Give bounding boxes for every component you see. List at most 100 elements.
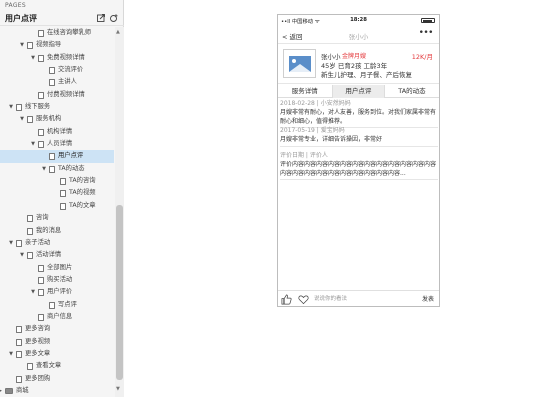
tree-item[interactable]: 查看文章 <box>0 360 114 372</box>
review-meta: 2018-02-28 | 小安然妈妈 <box>280 100 351 107</box>
tree-item[interactable]: TA的咨询 <box>0 175 114 187</box>
collapse-arrow-icon[interactable]: ▼ <box>8 237 14 249</box>
tree-item[interactable]: 商户信息 <box>0 311 114 323</box>
tree-item[interactable]: ▼ 更多文章 <box>0 348 114 360</box>
battery-icon <box>421 18 435 23</box>
scroll-up-arrow-icon[interactable]: ▲ <box>116 29 120 35</box>
tree-item[interactable]: 更多咨询 <box>0 323 114 335</box>
tree-item-label: 亲子活动 <box>25 238 51 246</box>
review-item: 2017-05-19 | 爱宝妈妈 月嫂非常专业，详细告诉操因，非常好 <box>280 127 438 147</box>
page-icon <box>49 165 55 173</box>
tree-item[interactable]: 更多团购 <box>0 373 114 385</box>
tree-item[interactable]: ▼ 免费视频详情 <box>0 52 114 64</box>
scrollbar-thumb[interactable] <box>116 205 123 380</box>
favorite-icon[interactable] <box>298 294 309 305</box>
tree-item-label: 活动详情 <box>36 251 62 259</box>
page-icon <box>16 326 22 334</box>
page-icon <box>38 289 44 297</box>
tab-service-details[interactable]: 服务详情 <box>278 85 332 98</box>
review-item: 评价日期 | 评价人 评价内容内容内容内容内容内容内容内容内容内容内容内容内容内… <box>280 152 438 181</box>
tree-item[interactable]: ▼ 活动详情 <box>0 249 114 261</box>
tree-item[interactable]: 写点评 <box>0 299 114 311</box>
pages-section-label: PAGES <box>5 2 26 9</box>
expand-arrow-icon[interactable]: ▶ <box>0 385 3 397</box>
tree-item[interactable]: 交流评价 <box>0 64 114 76</box>
tree-item-label: 付费视频详情 <box>47 90 85 98</box>
page-icon <box>27 42 33 50</box>
collapse-arrow-icon[interactable]: ▼ <box>8 101 14 113</box>
tree-item[interactable]: TA的文章 <box>0 200 114 212</box>
collapse-arrow-icon[interactable]: ▼ <box>8 348 14 360</box>
tree-item-label: 我的消息 <box>36 226 62 234</box>
header-divider <box>0 25 124 26</box>
tab-user-reviews[interactable]: 用户点评 <box>331 85 386 98</box>
tab-activity[interactable]: TA的动态 <box>385 85 439 98</box>
tree-item-label: 机构详情 <box>47 127 73 135</box>
tree-item[interactable]: 在线咨询攀乳师 <box>0 27 114 39</box>
tree-item-label: 更多文章 <box>25 349 51 357</box>
tree-item[interactable]: 全部图片 <box>0 262 114 274</box>
collapse-arrow-icon[interactable]: ▼ <box>41 163 47 175</box>
tree-item-label: 线下服务 <box>25 103 51 111</box>
tree-item[interactable]: 购买活动 <box>0 274 114 286</box>
tree-item[interactable]: 更多视频 <box>0 336 114 348</box>
status-time: 18:28 <box>350 17 367 23</box>
page-icon <box>16 375 22 383</box>
collapse-arrow-icon[interactable]: ▼ <box>30 138 36 150</box>
tree-item[interactable]: 我的消息 <box>0 225 114 237</box>
tree-item[interactable]: ▼ 人员详情 <box>0 138 114 150</box>
tree-item-label: 在线咨询攀乳师 <box>47 29 92 36</box>
tree-item[interactable]: 用户点评 <box>0 150 114 163</box>
tree-item[interactable]: ▼ 视频指导 <box>0 39 114 51</box>
nav-bar: < 返回 张小小 ••• <box>278 26 439 44</box>
tree-item-label: 更多团购 <box>25 374 51 382</box>
tree-item[interactable]: 付费视频详情 <box>0 89 114 101</box>
avatar <box>283 49 316 78</box>
review-divider <box>280 145 438 147</box>
tree-item[interactable]: ▼ 用户评价 <box>0 286 114 298</box>
review-body: 评价内容内容内容内容内容内容内容内容内容内容内容内容内容内容内容内容内容内容内容… <box>280 160 437 177</box>
like-icon[interactable] <box>281 294 292 305</box>
page-icon <box>60 190 66 198</box>
tree-item[interactable]: ▼ 线下服务 <box>0 101 114 113</box>
comment-bar: 说说你的看法 发表 <box>278 290 439 306</box>
review-meta: 评价日期 | 评价人 <box>280 152 328 159</box>
profile-badge: 金牌月嫂 <box>342 53 367 60</box>
tree-item-label: 咨询 <box>36 214 49 222</box>
tree-item[interactable]: ▼ TA的动态 <box>0 163 114 175</box>
tree-item-label: TA的动态 <box>58 164 85 172</box>
page-icon <box>27 116 33 124</box>
tree-item[interactable]: 主讲人 <box>0 76 114 88</box>
send-button[interactable]: 发表 <box>422 294 434 305</box>
page-icon <box>27 252 33 260</box>
tree-item[interactable]: ▼ 亲子活动 <box>0 237 114 249</box>
page-icon <box>38 54 44 62</box>
tree-item-label: 购买活动 <box>47 275 73 283</box>
tree-item[interactable]: 机构详情 <box>0 126 114 138</box>
current-page-title: 用户点评 <box>5 14 37 23</box>
collapse-arrow-icon[interactable]: ▼ <box>30 286 36 298</box>
comment-input[interactable]: 说说你的看法 <box>314 294 414 305</box>
tree-item-label: 更多视频 <box>25 337 51 345</box>
collapse-arrow-icon[interactable]: ▼ <box>19 113 25 125</box>
page-icon <box>38 313 44 321</box>
tree-item-label: 查看文章 <box>36 362 62 370</box>
tree-item[interactable]: ▶ 商城 <box>0 385 114 397</box>
profile-card: 张小小 金牌月嫂 12K/月 45岁 已育2孩 工龄3年 新生儿护理、月子餐、产… <box>278 45 439 84</box>
add-page-icon[interactable] <box>110 14 118 22</box>
tree-item[interactable]: 咨询 <box>0 212 114 224</box>
page-icon <box>16 338 22 346</box>
tree-item[interactable]: ▼ 服务机构 <box>0 113 114 125</box>
image-placeholder-icon <box>289 56 311 72</box>
tree-item-label: 主讲人 <box>58 78 77 86</box>
tree-item-label: 写点评 <box>58 300 77 308</box>
more-icon[interactable]: ••• <box>419 28 434 38</box>
page-icon <box>16 239 22 247</box>
scroll-down-arrow-icon[interactable]: ▼ <box>116 386 120 392</box>
collapse-arrow-icon[interactable]: ▼ <box>19 39 25 51</box>
page-tree: 在线咨询攀乳师 ▼ 视频指导 ▼ 免费视频详情 交流评价 主讲人 付费视频详情 ▼ 线下服务 ▼ 服务… <box>0 27 114 397</box>
collapse-arrow-icon[interactable]: ▼ <box>19 249 25 261</box>
export-icon[interactable] <box>97 14 105 22</box>
tree-item[interactable]: TA的视频 <box>0 187 114 199</box>
collapse-arrow-icon[interactable]: ▼ <box>30 52 36 64</box>
